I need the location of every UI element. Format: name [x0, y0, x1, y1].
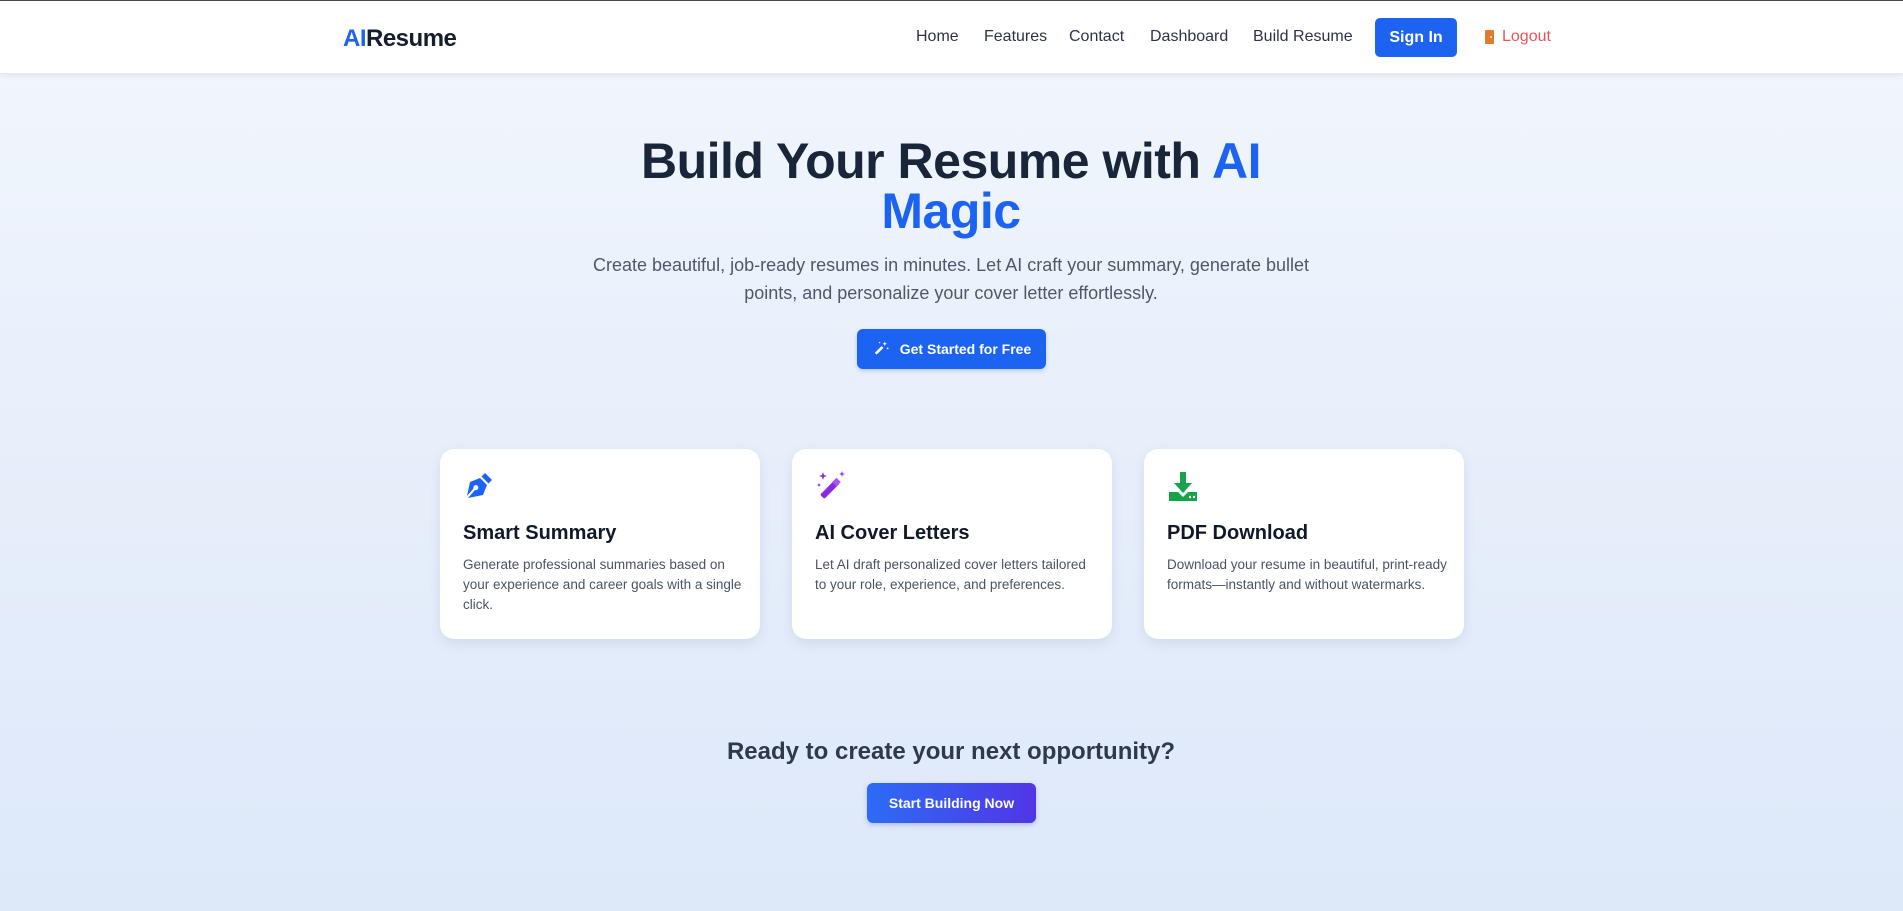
logout-button[interactable]: Logout [1485, 28, 1551, 46]
nav-link-contact[interactable]: Contact [1069, 28, 1124, 46]
brand-logo-accent: AI [343, 25, 367, 52]
nav-link-build-resume[interactable]: Build Resume [1253, 28, 1353, 46]
feature-card-pdf-download: PDF Download Download your resume in bea… [1144, 449, 1464, 639]
feature-description: Generate professional summaries based on… [463, 557, 742, 612]
hero-subtitle: Create beautiful, job-ready resumes in m… [592, 255, 1309, 303]
hero-title-accent-magic: Magic [881, 183, 1021, 239]
get-started-label: Get Started for Free [899, 341, 1032, 357]
feature-card-smart-summary: Smart Summary Generate professional summ… [440, 449, 760, 639]
start-building-button[interactable]: Start Building Now [867, 783, 1036, 823]
feature-title: Smart Summary [463, 522, 617, 544]
magic-wand-icon [817, 471, 845, 499]
nav-link-dashboard[interactable]: Dashboard [1150, 28, 1228, 46]
bottom-heading: Ready to create your next opportunity? [726, 738, 1176, 765]
door-icon [1485, 30, 1494, 44]
feature-title: AI Cover Letters [815, 522, 970, 544]
start-building-label: Start Building Now [888, 795, 1015, 811]
brand-logo-text: Resume [366, 25, 457, 52]
hero-title: Build Your Resume with AI Magic [551, 136, 1351, 236]
magic-wand-icon [874, 341, 889, 355]
feature-description: Download your resume in beautiful, print… [1167, 557, 1447, 592]
pen-nib-icon [467, 473, 492, 498]
hero-title-accent-ai: AI [1211, 133, 1262, 189]
nav-link-features[interactable]: Features [984, 28, 1047, 46]
navbar: AIResume Home Features Contact Dashboard… [0, 1, 1903, 73]
get-started-button[interactable]: Get Started for Free [857, 329, 1046, 369]
sign-in-label: Sign In [1389, 28, 1443, 46]
feature-description: Let AI draft personalized cover letters … [815, 557, 1086, 592]
feature-title: PDF Download [1167, 522, 1309, 544]
logout-label: Logout [1502, 28, 1551, 45]
feature-card-ai-cover-letters: AI Cover Letters Let AI draft personaliz… [792, 449, 1112, 639]
download-icon [1169, 472, 1197, 501]
brand-logo[interactable]: AIResume [343, 25, 457, 53]
sign-in-button[interactable]: Sign In [1375, 18, 1457, 57]
hero-title-main: Build Your Resume with [641, 133, 1201, 189]
nav-link-home[interactable]: Home [916, 28, 959, 46]
